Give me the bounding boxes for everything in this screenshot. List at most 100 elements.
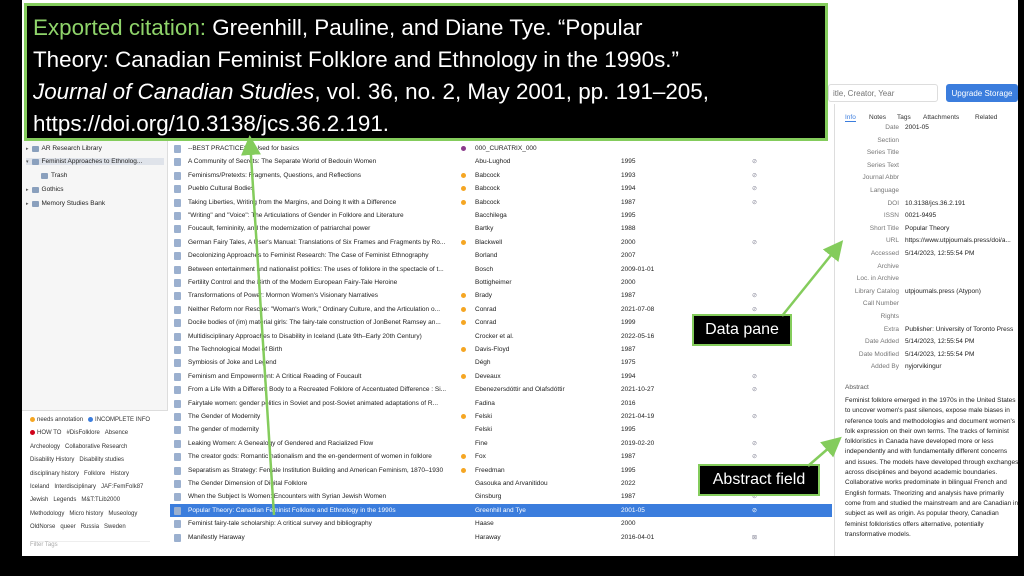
attachment-icon[interactable]: ⊠: [752, 534, 762, 541]
twisty-icon[interactable]: ▸: [26, 201, 29, 207]
attachment-icon[interactable]: ⊘: [752, 386, 762, 393]
library-item[interactable]: ▾ Feminist Approaches to Ethnolog...: [26, 158, 164, 165]
attachment-icon[interactable]: ⊘: [752, 373, 762, 380]
metadata-field: Rights: [835, 313, 1018, 325]
table-row[interactable]: Symbiosis of Joke and Legend Dégh 1975: [170, 356, 832, 370]
tag-item[interactable]: Disability History: [30, 457, 74, 463]
library-item[interactable]: ▸ Memory Studies Bank: [26, 200, 105, 207]
attachment-icon[interactable]: ⊘: [752, 172, 762, 179]
abstract-field[interactable]: Feminist folklore emerged in the 1970s i…: [845, 396, 1018, 540]
tab-tags[interactable]: Tags: [897, 114, 911, 121]
tag-item[interactable]: Micro history: [69, 511, 103, 517]
library-item[interactable]: Trash: [38, 172, 67, 179]
table-row[interactable]: A Community of Secrets: The Separate Wor…: [170, 155, 832, 169]
table-row[interactable]: German Fairy Tales, A User's Manual: Tra…: [170, 236, 832, 250]
tag-item[interactable]: #DisFolklore: [66, 430, 99, 436]
table-row[interactable]: Fairytale women: gender politics in Sovi…: [170, 397, 832, 411]
search-input[interactable]: [828, 84, 938, 102]
library-item[interactable]: ▸ AR Research Library: [26, 145, 102, 152]
tag-item[interactable]: Museology: [108, 511, 137, 517]
tag-item[interactable]: History: [110, 471, 129, 477]
item-creator: Haase: [475, 520, 494, 528]
attachment-icon[interactable]: ⊘: [752, 413, 762, 420]
table-row[interactable]: Feminisms/Pretexts: Fragments, Questions…: [170, 169, 832, 183]
tag-item[interactable]: Archeology: [30, 444, 60, 450]
table-row[interactable]: The gender of modernity Felski 1995: [170, 423, 832, 437]
table-row[interactable]: Feminism and Empowerment: A Critical Rea…: [170, 370, 832, 384]
table-row[interactable]: Foucault, femininity, and the modernizat…: [170, 222, 832, 236]
tag-item[interactable]: Russia: [81, 524, 99, 530]
twisty-icon[interactable]: ▸: [26, 187, 29, 193]
field-value[interactable]: Popular Theory: [905, 225, 1018, 232]
field-value[interactable]: 5/14/2023, 12:55:54 PM: [905, 338, 1018, 345]
tag-item[interactable]: Disability studies: [79, 457, 124, 463]
field-value[interactable]: Publisher: University of Toronto Press: [905, 326, 1018, 333]
table-row[interactable]: Leaking Women: A Genealogy of Gendered a…: [170, 437, 832, 451]
table-row[interactable]: Fertility Control and the Birth of the M…: [170, 276, 832, 290]
tag-item[interactable]: queer: [60, 524, 75, 530]
tag-item[interactable]: Absence: [105, 430, 128, 436]
citation-line-3: , vol. 36, no. 2, May 2001, pp. 191–205,: [314, 79, 709, 104]
field-value[interactable]: utpjournals.press (Atypon): [905, 288, 1018, 295]
library-item[interactable]: ▸ Gothics: [26, 186, 64, 193]
table-row[interactable]: Decolonizing Approaches to Feminist Rese…: [170, 249, 832, 263]
table-row[interactable]: The Gender of Modernity Felski 2021-04-19 ⊘: [170, 410, 832, 424]
tag-item[interactable]: INCOMPLETE INFO: [88, 417, 150, 423]
table-row[interactable]: Transformations of Power: Mormon Women's…: [170, 289, 832, 303]
tab-related[interactable]: Related: [975, 114, 997, 121]
tag-item[interactable]: needs annotation: [30, 417, 83, 423]
folder-icon: [41, 172, 48, 179]
tag-item[interactable]: Methodology: [30, 511, 64, 517]
attachment-icon[interactable]: ⊘: [752, 239, 762, 246]
table-row[interactable]: Pueblo Cultural Bodies Babcock 1994 ⊘: [170, 182, 832, 196]
tab-info[interactable]: Info: [845, 114, 856, 122]
tag-item[interactable]: OldNorse: [30, 524, 55, 530]
tag-item[interactable]: Legends: [53, 497, 76, 503]
twisty-icon[interactable]: ▸: [26, 146, 29, 152]
table-row[interactable]: From a Life With a Different Body to a R…: [170, 383, 832, 397]
attachment-icon[interactable]: ⊘: [752, 507, 762, 514]
item-title: The Gender of Modernity: [188, 413, 261, 420]
tag-item[interactable]: Collaborative Research: [65, 444, 127, 450]
tab-notes[interactable]: Notes: [869, 114, 886, 121]
attachment-icon[interactable]: ⊘: [752, 292, 762, 299]
tag-item[interactable]: Folklore: [84, 471, 105, 477]
upgrade-storage-button[interactable]: Upgrade Storage: [946, 84, 1018, 102]
table-row[interactable]: Feminist fairy-tale scholarship: A criti…: [170, 517, 832, 531]
tag-item[interactable]: disciplinary history: [30, 471, 79, 477]
field-value[interactable]: 10.3138/jcs.36.2.191: [905, 200, 1018, 207]
table-row[interactable]: Popular Theory: Canadian Feminist Folklo…: [170, 503, 832, 518]
attachment-icon[interactable]: ⊘: [752, 306, 762, 313]
field-value[interactable]: 5/14/2023, 12:55:54 PM: [905, 250, 1018, 257]
item-title: Feminist fairy-tale scholarship: A criti…: [188, 520, 372, 528]
attachment-icon[interactable]: ⊘: [752, 158, 762, 165]
item-title: Feminism and Empowerment: A Critical Rea…: [188, 372, 362, 380]
filter-tags-input[interactable]: Filter Tags: [30, 541, 150, 551]
field-value[interactable]: 5/14/2023, 12:55:54 PM: [905, 351, 1018, 358]
twisty-icon[interactable]: ▾: [26, 159, 29, 165]
tag-item[interactable]: M&T:TLib2000: [81, 497, 120, 503]
field-value[interactable]: https://www.utpjournals.press/doi/a...: [905, 237, 1018, 244]
table-row[interactable]: "Writing" and "Voice": The Articulations…: [170, 209, 832, 223]
table-row[interactable]: Manifestly Haraway Haraway 2016-04-01 ⊠: [170, 531, 832, 545]
field-value[interactable]: 0021-9495: [905, 212, 1018, 219]
tag-row: Jewish Legends M&T:TLib2000: [30, 497, 125, 503]
attachment-icon[interactable]: ⊘: [752, 199, 762, 206]
table-row[interactable]: Taking Liberties, Writing from the Margi…: [170, 196, 832, 210]
attachment-icon[interactable]: ⊘: [752, 185, 762, 192]
attachment-icon[interactable]: ⊘: [752, 440, 762, 447]
tag-item[interactable]: Interdisciplinary: [54, 484, 96, 490]
tag-item[interactable]: Sweden: [104, 524, 126, 530]
tag-item[interactable]: Jewish: [30, 497, 48, 503]
field-label: Short Title: [869, 224, 899, 232]
field-value[interactable]: nyjorvikingur: [905, 363, 1018, 370]
tab-attachments[interactable]: Attachments: [923, 114, 959, 121]
attachment-icon[interactable]: ⊘: [752, 453, 762, 460]
table-row[interactable]: The creator gods: Romantic nationalism a…: [170, 450, 832, 464]
table-row[interactable]: --BEST PRACTICES-- Used for basics 000_CU…: [170, 142, 832, 156]
table-row[interactable]: Between entertainment and nationalist po…: [170, 263, 832, 277]
tag-item[interactable]: HOW TO: [30, 430, 61, 436]
field-value[interactable]: 2001-05: [905, 124, 1018, 131]
tag-item[interactable]: Iceland: [30, 484, 49, 490]
tag-item[interactable]: JAF:FemFolk87: [101, 484, 143, 490]
